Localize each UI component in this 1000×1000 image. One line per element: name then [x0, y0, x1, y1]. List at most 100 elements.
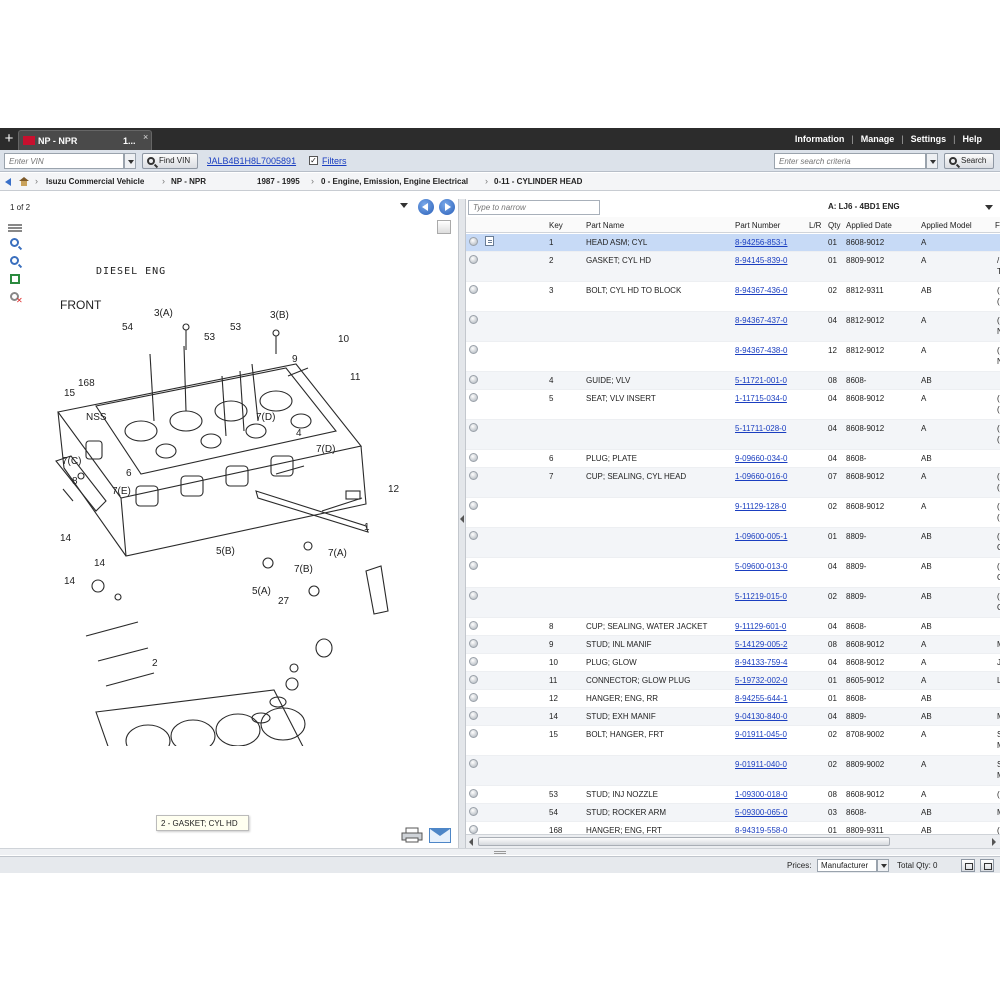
- callout-54[interactable]: 54: [122, 322, 133, 333]
- table-row[interactable]: 3 BOLT; CYL HD TO BLOCK 8-94367-436-0 02 881…: [466, 282, 1000, 312]
- table-row[interactable]: 5-11219-015-0 02 8809- AB(C: [466, 588, 1000, 618]
- menu-settings[interactable]: Settings: [911, 134, 947, 144]
- add-to-list-icon[interactable]: [469, 501, 478, 510]
- table-row[interactable]: 6 PLUG; PLATE 9-09660-034-0 04 8608- AB: [466, 450, 1000, 468]
- cell-part-number[interactable]: 8-94133-759-4: [735, 658, 787, 667]
- add-to-list-icon[interactable]: [469, 639, 478, 648]
- panel-splitter[interactable]: [458, 199, 466, 855]
- cell-part-number[interactable]: 5-14129-005-2: [735, 640, 787, 649]
- email-icon[interactable]: [429, 828, 451, 843]
- search-dropdown-button[interactable]: [926, 153, 938, 169]
- menu-manage[interactable]: Manage: [861, 134, 895, 144]
- callout-14c[interactable]: 14: [64, 576, 75, 587]
- add-to-list-icon[interactable]: [469, 393, 478, 402]
- add-to-list-icon[interactable]: [469, 237, 478, 246]
- horizontal-scrollbar[interactable]: [466, 834, 1000, 848]
- reset-zoom-tool[interactable]: [6, 292, 24, 308]
- table-row[interactable]: 2 GASKET; CYL HD 8-94145-839-0 01 8809-9012 A…: [466, 252, 1000, 282]
- table-row[interactable]: 8-94367-437-0 04 8812-9012 A(N: [466, 312, 1000, 342]
- callout-14b[interactable]: 14: [94, 558, 105, 569]
- table-row[interactable]: 11 CONNECTOR; GLOW PLUG 5-19732-002-0 01 860…: [466, 672, 1000, 690]
- add-to-list-icon[interactable]: [469, 825, 478, 834]
- table-row[interactable]: 5-09600-013-0 04 8809- AB(C: [466, 558, 1000, 588]
- callout-14a[interactable]: 14: [60, 533, 71, 544]
- add-to-list-icon[interactable]: [469, 711, 478, 720]
- callout-27[interactable]: 27: [278, 596, 289, 607]
- add-to-list-icon[interactable]: [469, 471, 478, 480]
- zoom-in-tool[interactable]: [6, 238, 24, 254]
- callout-5b[interactable]: 5(B): [216, 546, 235, 557]
- add-to-list-icon[interactable]: [469, 345, 478, 354]
- callout-10[interactable]: 10: [338, 334, 349, 345]
- col-lr[interactable]: L/R: [809, 221, 821, 230]
- callout-8[interactable]: 8: [72, 476, 78, 487]
- callout-7b[interactable]: 7(B): [294, 564, 313, 575]
- table-row[interactable]: 10 PLUG; GLOW 8-94133-759-4 04 8608-9012 A J: [466, 654, 1000, 672]
- callout-5a[interactable]: 5(A): [252, 586, 271, 597]
- tab-np-npr[interactable]: NP - NPR 1... ×: [18, 130, 152, 150]
- table-row[interactable]: 8 CUP; SEALING, WATER JACKET 9-11129-601-0…: [466, 618, 1000, 636]
- callout-168[interactable]: 168: [78, 378, 95, 389]
- add-to-list-icon[interactable]: [469, 375, 478, 384]
- table-row[interactable]: 1-09600-005-1 01 8809- AB(C: [466, 528, 1000, 558]
- add-to-list-icon[interactable]: [469, 531, 478, 540]
- home-icon[interactable]: [19, 177, 29, 186]
- col-part-number[interactable]: Part Number: [735, 221, 780, 230]
- cell-part-number[interactable]: 8-94319-558-0: [735, 826, 787, 834]
- fit-tool[interactable]: [6, 274, 24, 290]
- scroll-right-icon[interactable]: [992, 838, 996, 846]
- prices-dropdown-button[interactable]: [877, 859, 889, 872]
- table-row[interactable]: 9 STUD; INL MANIF 5-14129-005-2 08 8608-9012…: [466, 636, 1000, 654]
- cell-part-number[interactable]: 8-94367-438-0: [735, 346, 787, 355]
- filters-link[interactable]: Filters: [322, 156, 347, 166]
- new-tab-plus-icon[interactable]: +: [2, 131, 16, 147]
- cell-part-number[interactable]: 9-04130-840-0: [735, 712, 787, 721]
- search-button[interactable]: Search: [944, 153, 994, 169]
- add-to-list-icon[interactable]: [469, 255, 478, 264]
- cell-part-number[interactable]: 8-94255-644-1: [735, 694, 787, 703]
- table-row[interactable]: 12 HANGER; ENG, RR 8-94255-644-1 01 8608- AB: [466, 690, 1000, 708]
- menu-help[interactable]: Help: [962, 134, 982, 144]
- table-row[interactable]: 53 STUD; INJ NOZZLE 1-09300-018-0 08 8608-90…: [466, 786, 1000, 804]
- callout-4[interactable]: 4: [296, 428, 302, 439]
- cell-part-number[interactable]: 8-94367-437-0: [735, 316, 787, 325]
- cell-part-number[interactable]: 1-09600-005-1: [735, 532, 787, 541]
- table-row[interactable]: 7 CUP; SEALING, CYL HEAD 1-09660-016-0 07 86…: [466, 468, 1000, 498]
- document-icon[interactable]: [485, 236, 494, 246]
- prices-select[interactable]: Manufacturer: [817, 859, 877, 872]
- zoom-out-tool[interactable]: [6, 256, 24, 272]
- applied-model-selector[interactable]: A: LJ6 - 4BD1 ENG: [828, 202, 900, 211]
- add-to-list-icon[interactable]: [469, 789, 478, 798]
- cell-part-number[interactable]: 5-11721-001-0: [735, 376, 787, 385]
- col-applied-model[interactable]: Applied Model: [921, 221, 972, 230]
- toolbar-grip-icon[interactable]: [6, 220, 24, 236]
- cell-part-number[interactable]: 9-01911-040-0: [735, 760, 787, 769]
- search-input[interactable]: [774, 153, 926, 169]
- callout-53b[interactable]: 53: [230, 322, 241, 333]
- vin-input[interactable]: [4, 153, 124, 169]
- exploded-parts-diagram[interactable]: DIESEL ENG FRONT 54 3(A) 53 53 3(B) 10 9…: [26, 236, 446, 746]
- callout-7d-b[interactable]: 7(D): [316, 444, 335, 455]
- cell-part-number[interactable]: 5-19732-002-0: [735, 676, 787, 685]
- callout-7e[interactable]: 7(E): [112, 486, 131, 497]
- callout-11[interactable]: 11: [350, 372, 360, 383]
- table-row[interactable]: 14STUD; EXH MANIF9-04130-840-0048809-ABM: [466, 708, 1000, 726]
- callout-6[interactable]: 6: [126, 468, 132, 479]
- vin-dropdown-button[interactable]: [124, 153, 136, 169]
- table-row[interactable]: 8-94367-438-0 12 8812-9012 A(N: [466, 342, 1000, 372]
- page-dropdown-icon[interactable]: [400, 203, 408, 208]
- callout-7a[interactable]: 7(A): [328, 548, 347, 559]
- cell-part-number[interactable]: 5-09600-013-0: [735, 562, 787, 571]
- table-row[interactable]: 4 GUIDE; VLV 5-11721-001-0 08 8608- AB: [466, 372, 1000, 390]
- maximize-window-button[interactable]: [980, 859, 994, 872]
- scroll-left-icon[interactable]: [469, 838, 473, 846]
- col-key[interactable]: Key: [549, 221, 563, 230]
- add-to-list-icon[interactable]: [469, 285, 478, 294]
- cell-part-number[interactable]: 9-01911-045-0: [735, 730, 787, 739]
- cell-part-number[interactable]: 5-11219-015-0: [735, 592, 787, 601]
- table-row[interactable]: 5-11711-028-0 04 8608-9012 A ((: [466, 420, 1000, 450]
- add-to-list-icon[interactable]: [469, 729, 478, 738]
- add-to-list-icon[interactable]: [469, 591, 478, 600]
- add-to-list-icon[interactable]: [469, 807, 478, 816]
- filters-checkbox[interactable]: ✓: [309, 156, 318, 165]
